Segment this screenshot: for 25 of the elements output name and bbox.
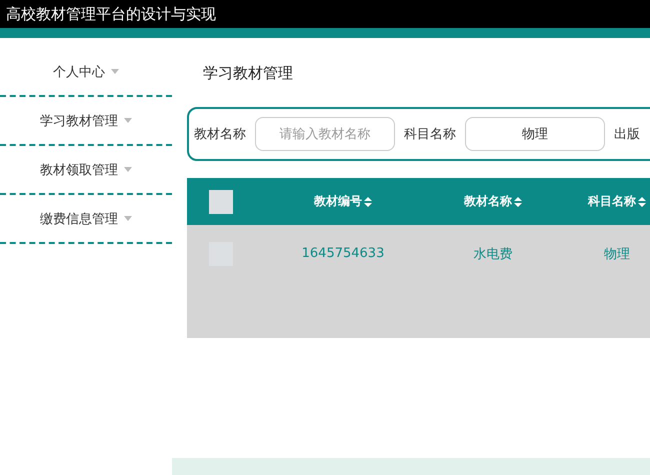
search-field[interactable]: 物理 [465, 117, 605, 151]
sort-icon[interactable] [638, 196, 646, 206]
sidebar-item[interactable]: 缴费信息管理 [0, 195, 172, 244]
caret-icon [124, 118, 132, 123]
table-cell: 物理 [604, 246, 630, 262]
sort-icon[interactable] [364, 196, 372, 206]
field-label: 科目名称 [404, 126, 456, 143]
sidebar-item[interactable]: 教材领取管理 [0, 146, 172, 195]
caret-icon [124, 167, 132, 172]
sort-icon[interactable] [514, 196, 522, 206]
page-title: 学习教材管理 [203, 64, 294, 84]
table-cell: 水电费 [474, 246, 512, 262]
app-title: 高校教材管理平台的设计与实现 [6, 4, 216, 24]
caret-icon [111, 69, 119, 74]
column-header[interactable]: 科目名称 [588, 193, 636, 210]
caret-icon [124, 216, 132, 221]
column-header[interactable]: 教材编号 [314, 193, 362, 210]
checkbox[interactable] [209, 190, 233, 214]
table-cell: 1645754633 [302, 246, 384, 261]
search-field[interactable]: 请输入教材名称 [255, 117, 395, 151]
sidebar-item[interactable]: 个人中心 [0, 48, 172, 97]
column-header[interactable]: 教材名称 [464, 193, 512, 210]
field-label: 出版 [614, 126, 640, 143]
sidebar-item[interactable]: 学习教材管理 [0, 97, 172, 146]
field-label: 教材名称 [194, 126, 246, 143]
